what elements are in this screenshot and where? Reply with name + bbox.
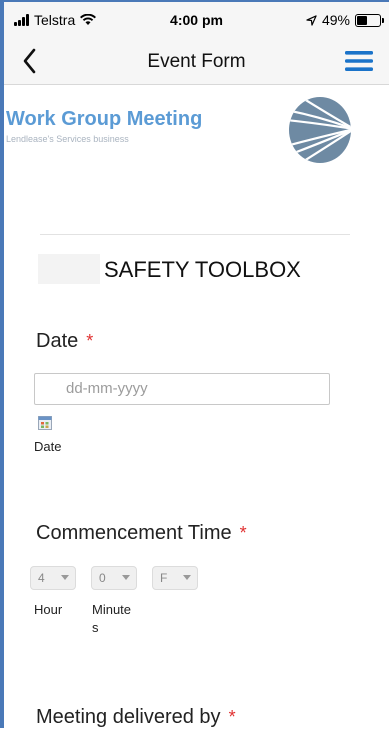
minute-value: 0 xyxy=(99,571,106,585)
nav-bar: Event Form xyxy=(4,38,389,85)
commencement-label: Commencement Time * xyxy=(36,522,247,545)
hamburger-menu-icon[interactable] xyxy=(345,50,373,72)
date-label: Date * xyxy=(36,330,93,353)
hour-select[interactable]: 4 xyxy=(30,566,76,590)
page-title: Event Form xyxy=(147,51,246,72)
hour-value: 4 xyxy=(38,571,45,585)
commencement-label-text: Commencement Time xyxy=(36,522,232,544)
section-title: SAFETY TOOLBOX xyxy=(104,257,301,282)
date-icon-caption: Date xyxy=(34,439,62,454)
required-mark: * xyxy=(239,523,247,543)
date-label-text: Date xyxy=(36,330,79,352)
dropdown-arrow-icon xyxy=(183,575,191,580)
calendar-icon[interactable] xyxy=(38,416,52,430)
date-placeholder: dd-mm-yyyy xyxy=(66,380,148,397)
status-right: 49% xyxy=(306,12,384,28)
minute-select[interactable]: 0 xyxy=(91,566,137,590)
minute-caption-wrap: s xyxy=(92,620,99,635)
dropdown-arrow-icon xyxy=(122,575,130,580)
battery-percent: 49% xyxy=(321,12,350,28)
status-bar: Telstra 4:00 pm 49% xyxy=(4,2,389,38)
ampm-value: F xyxy=(160,571,168,585)
delivered-by-label: Meeting delivered by * xyxy=(36,706,236,729)
delivered-by-label-text: Meeting delivered by xyxy=(36,706,221,728)
header-divider xyxy=(40,234,350,235)
required-mark: * xyxy=(228,707,236,727)
dropdown-arrow-icon xyxy=(61,575,69,580)
date-input[interactable]: dd-mm-yyyy xyxy=(34,373,330,405)
location-arrow-icon xyxy=(306,14,317,26)
logo-subtext: Lendlease's Services business xyxy=(6,134,129,144)
company-emblem-icon xyxy=(289,97,351,163)
section-image-placeholder xyxy=(38,254,100,284)
hour-caption: Hour xyxy=(34,602,63,617)
frame-border-left xyxy=(0,0,4,728)
ampm-select[interactable]: F xyxy=(152,566,198,590)
logo-text: Work Group Meeting xyxy=(6,108,203,130)
minute-caption: Minute xyxy=(92,602,132,617)
battery-icon xyxy=(355,13,384,27)
required-mark: * xyxy=(86,331,94,351)
